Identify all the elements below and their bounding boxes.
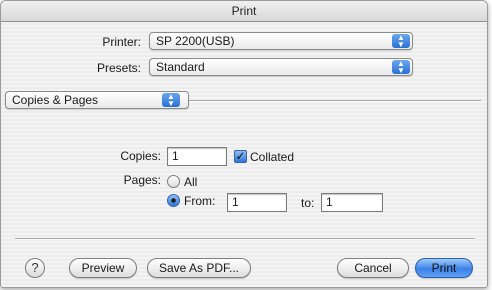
- printer-label: Printer:: [102, 35, 141, 49]
- print-dialog: Print Printer: SP 2200(USB) ▲ ▼ Presets: …: [0, 0, 488, 288]
- copies-field[interactable]: 1: [167, 147, 227, 166]
- pages-to-field[interactable]: 1: [321, 193, 383, 212]
- updown-arrows-icon: ▲ ▼: [162, 93, 180, 108]
- window-title: Print: [1, 1, 487, 22]
- collated-checkbox[interactable]: ✓: [234, 150, 247, 163]
- panel-separator: [189, 100, 481, 102]
- cancel-button[interactable]: Cancel: [337, 258, 409, 278]
- copies-label: Copies:: [120, 149, 161, 163]
- pages-all-label: All: [184, 175, 198, 189]
- help-button[interactable]: ?: [25, 258, 45, 278]
- pages-label: Pages:: [123, 173, 161, 187]
- pages-from-field[interactable]: 1: [227, 193, 287, 212]
- presets-label: Presets:: [96, 61, 141, 75]
- preview-button[interactable]: Preview: [69, 258, 137, 278]
- panel-value: Copies & Pages: [12, 93, 99, 107]
- panel-popup[interactable]: Copies & Pages ▲ ▼: [5, 91, 189, 109]
- presets-value: Standard: [156, 60, 205, 74]
- save-as-pdf-button[interactable]: Save As PDF...: [147, 258, 251, 278]
- collated-label: Collated: [250, 150, 295, 164]
- checkmark-icon: ✓: [235, 149, 246, 163]
- pages-all-radio[interactable]: [167, 175, 180, 188]
- pages-from-radio[interactable]: [167, 194, 180, 207]
- presets-popup[interactable]: Standard ▲ ▼: [149, 58, 413, 76]
- print-button[interactable]: Print: [415, 258, 473, 278]
- updown-arrows-icon: ▲ ▼: [392, 34, 410, 49]
- updown-arrows-icon: ▲ ▼: [392, 60, 410, 75]
- pages-from-label: From:: [184, 194, 216, 208]
- bottom-separator: [15, 238, 475, 240]
- printer-value: SP 2200(USB): [156, 34, 235, 48]
- pages-to-label: to:: [301, 196, 315, 210]
- printer-popup[interactable]: SP 2200(USB) ▲ ▼: [149, 32, 413, 50]
